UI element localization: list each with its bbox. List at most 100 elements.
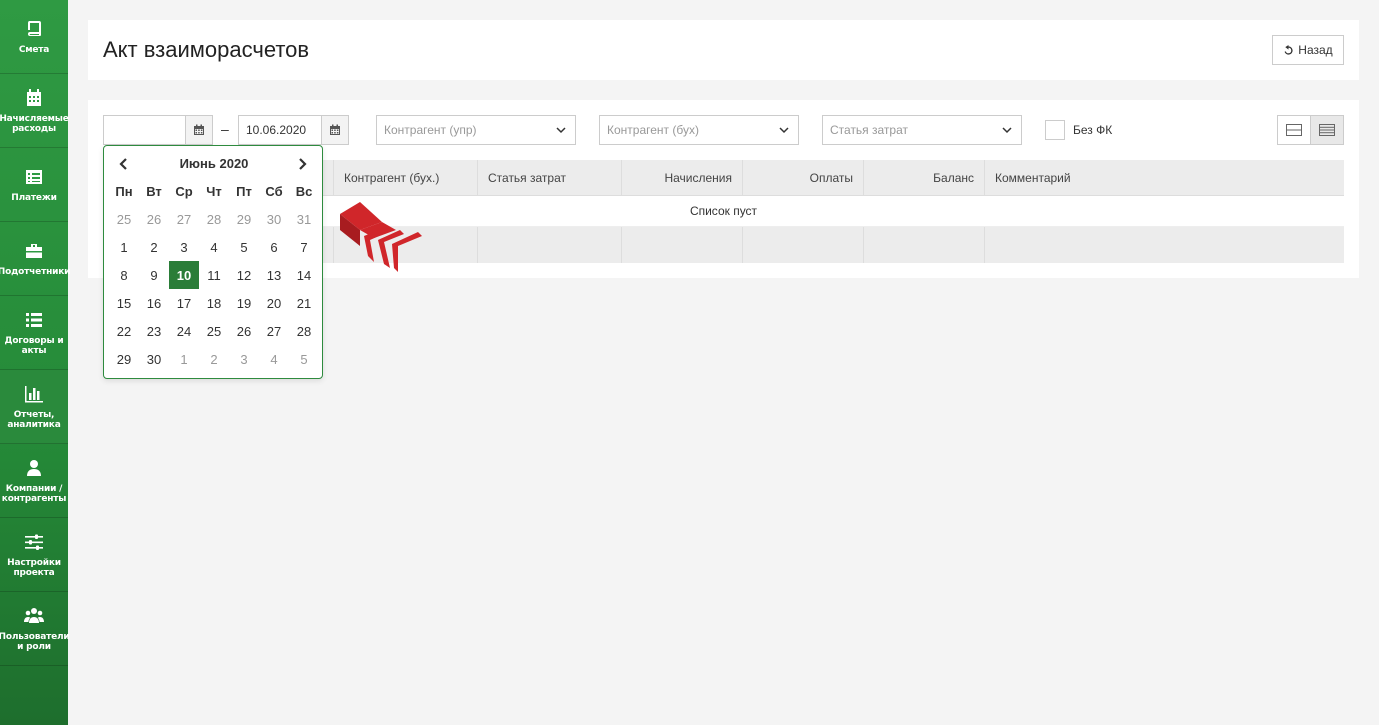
weekday-label: Вт <box>146 183 162 199</box>
calendar-day[interactable]: 7 <box>289 233 319 261</box>
sidebar-item-accrued-expenses[interactable]: Начисляемые расходы <box>0 74 69 148</box>
column-header-comment[interactable]: Комментарий <box>985 160 1344 196</box>
back-button[interactable]: Назад <box>1272 35 1344 65</box>
calendar-day[interactable]: 8 <box>109 261 139 289</box>
calendar-icon <box>330 124 340 135</box>
calendar-day[interactable]: 21 <box>289 289 319 317</box>
calendar-day[interactable]: 31 <box>289 205 319 233</box>
calendar-day[interactable]: 2 <box>139 233 169 261</box>
footer-cell <box>622 227 743 263</box>
calendar-day[interactable]: 17 <box>169 289 199 317</box>
view-detailed-button[interactable] <box>1310 115 1344 145</box>
calendar-day[interactable]: 30 <box>259 205 289 233</box>
sidebar-item-label: Договоры и акты <box>4 335 64 356</box>
column-header-cost-item[interactable]: Статья затрат <box>478 160 622 196</box>
sidebar-item-label: Смета <box>18 44 50 55</box>
no-fk-checkbox[interactable] <box>1045 120 1065 140</box>
page-title: Акт взаиморасчетов <box>103 37 310 62</box>
date-from-input[interactable] <box>103 115 186 145</box>
date-to-picker-button[interactable] <box>321 115 349 145</box>
footer-cell <box>743 227 864 263</box>
sidebar-item-project-settings[interactable]: Настройки проекта <box>0 518 68 592</box>
chevron-left-icon[interactable] <box>116 156 132 172</box>
calendar-day[interactable]: 3 <box>169 233 199 261</box>
user-icon <box>27 459 41 476</box>
counterparty-acct-select[interactable]: Контрагент (бух) <box>599 115 799 145</box>
calendar-day[interactable]: 13 <box>259 261 289 289</box>
chevron-down-icon <box>556 127 566 134</box>
calendar-day[interactable]: 16 <box>139 289 169 317</box>
chevron-right-icon[interactable] <box>294 156 310 172</box>
calendar-day[interactable]: 26 <box>139 205 169 233</box>
weekday-label: Ср <box>175 183 193 199</box>
calendar-day[interactable]: 22 <box>109 317 139 345</box>
calendar-day[interactable]: 5 <box>289 345 319 373</box>
sidebar-item-label: Начисляемые расходы <box>0 113 69 134</box>
counterparty-mgmt-select[interactable]: Контрагент (упр) <box>376 115 576 145</box>
briefcase-icon <box>26 243 42 258</box>
sidebar-item-companies[interactable]: Компании / контрагенты <box>0 444 68 518</box>
footer-cell <box>478 227 622 263</box>
sidebar-item-label: Платежи <box>11 192 57 203</box>
view-compact-button[interactable] <box>1277 115 1311 145</box>
column-header-accruals[interactable]: Начисления <box>622 160 743 196</box>
calendar-day[interactable]: 12 <box>229 261 259 289</box>
calendar-day[interactable]: 29 <box>109 345 139 373</box>
column-header-counterparty-acct[interactable]: Контрагент (бух.) <box>334 160 478 196</box>
calendar-day[interactable]: 19 <box>229 289 259 317</box>
column-header-balance[interactable]: Баланс <box>864 160 985 196</box>
calendar-day[interactable]: 29 <box>229 205 259 233</box>
calendar-day[interactable]: 15 <box>109 289 139 317</box>
sidebar-item-accountable-persons[interactable]: Подотчетники <box>0 222 70 296</box>
sidebar-item-reports[interactable]: Отчеты, аналитика <box>0 370 68 444</box>
calendar-day[interactable]: 3 <box>229 345 259 373</box>
calendar-day[interactable]: 20 <box>259 289 289 317</box>
sidebar-item-payments[interactable]: Платежи <box>0 148 68 222</box>
calendar-day[interactable]: 4 <box>199 233 229 261</box>
calendar-day[interactable]: 23 <box>139 317 169 345</box>
calendar-day[interactable]: 25 <box>199 317 229 345</box>
date-to-input[interactable]: 10.06.2020 <box>238 115 322 145</box>
calendar-day[interactable]: 30 <box>139 345 169 373</box>
calendar-week: 29 30 1 2 3 4 5 <box>109 345 319 373</box>
calendar-day[interactable]: 1 <box>169 345 199 373</box>
date-range-dash: – <box>221 121 229 137</box>
brand-logo-icon <box>340 202 422 272</box>
calendar-day[interactable]: 27 <box>259 317 289 345</box>
sidebar-item-label: Отчеты, аналитика <box>7 409 61 430</box>
calendar-week: 8 9 10 11 12 13 14 <box>109 261 319 289</box>
calendar-grid: Пн Вт Ср Чт Пт Сб Вс 25 26 27 28 29 30 3… <box>109 177 319 373</box>
calendar-week: 1 2 3 4 5 6 7 <box>109 233 319 261</box>
calendar-day[interactable]: 4 <box>259 345 289 373</box>
chevron-down-icon <box>779 127 789 134</box>
cost-item-select[interactable]: Статья затрат <box>822 115 1022 145</box>
calendar-week: 15 16 17 18 19 20 21 <box>109 289 319 317</box>
calendar-day[interactable]: 1 <box>109 233 139 261</box>
calendar-day[interactable]: 6 <box>259 233 289 261</box>
calendar-day[interactable]: 2 <box>199 345 229 373</box>
calendar-day[interactable]: 28 <box>199 205 229 233</box>
page-header: Акт взаиморасчетов Назад <box>88 20 1359 80</box>
calendar-day-selected[interactable]: 10 <box>169 261 199 289</box>
sidebar-item-users-roles[interactable]: Пользователи и роли <box>0 592 70 666</box>
calendar-day[interactable]: 27 <box>169 205 199 233</box>
footer-cell <box>864 227 985 263</box>
calendar-day[interactable]: 28 <box>289 317 319 345</box>
sidebar-item-estimate[interactable]: Смета <box>0 0 68 74</box>
calendar-day[interactable]: 5 <box>229 233 259 261</box>
column-header-payments[interactable]: Оплаты <box>743 160 864 196</box>
calendar-day[interactable]: 11 <box>199 261 229 289</box>
calendar-day[interactable]: 25 <box>109 205 139 233</box>
calendar-day[interactable]: 9 <box>139 261 169 289</box>
calendar-day[interactable]: 26 <box>229 317 259 345</box>
calendar-icon <box>27 88 41 106</box>
calendar-day[interactable]: 14 <box>289 261 319 289</box>
users-icon <box>24 607 44 623</box>
calendar-month-title[interactable]: Июнь 2020 <box>144 156 284 171</box>
date-from-picker-button[interactable] <box>185 115 213 145</box>
calendar-day[interactable]: 18 <box>199 289 229 317</box>
rows-icon <box>1286 124 1302 136</box>
calendar-day[interactable]: 24 <box>169 317 199 345</box>
sidebar-item-contracts[interactable]: Договоры и акты <box>0 296 68 370</box>
calendar-weekday-row: Пн Вт Ср Чт Пт Сб Вс <box>109 177 319 205</box>
